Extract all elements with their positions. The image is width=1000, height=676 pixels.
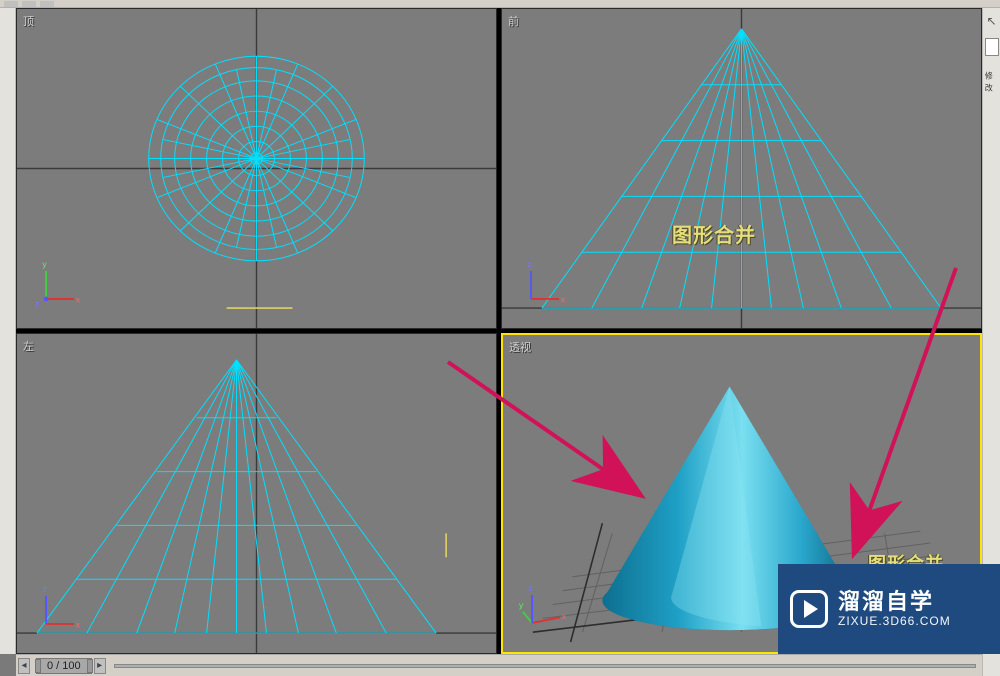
frame-indicator: 0 / 100 [47, 660, 81, 672]
front-view-canvas [502, 9, 981, 328]
play-icon [790, 590, 828, 628]
viewport-top[interactable]: 顶 [16, 8, 497, 329]
top-view-canvas [17, 9, 496, 328]
viewport-label-left: 左 [23, 338, 34, 354]
scroll-right-button[interactable]: ▸ [94, 658, 106, 674]
toolbar-button[interactable] [40, 1, 54, 7]
toolbar-button[interactable] [4, 1, 18, 7]
annotation-shape-merge: 图形合并 [672, 219, 756, 248]
viewport-front[interactable]: 前 [501, 8, 982, 329]
viewport-left[interactable]: 左 [16, 333, 497, 654]
viewport-label-perspective: 透视 [509, 339, 531, 355]
panel-field[interactable] [985, 38, 999, 56]
top-toolbar[interactable] [0, 0, 1000, 8]
viewport-label-front: 前 [508, 13, 519, 29]
cursor-icon: ↖ [986, 14, 996, 28]
watermark: 溜溜自学 ZIXUE.3D66.COM [778, 564, 1000, 654]
modifier-label: 修改 [985, 69, 999, 93]
time-slider-bar[interactable]: ◂ 0 / 100 ▸ [16, 654, 982, 676]
left-gutter [0, 8, 16, 654]
timeline-track[interactable] [114, 664, 976, 668]
frame-slider[interactable]: 0 / 100 [36, 658, 92, 674]
toolbar-button[interactable] [22, 1, 36, 7]
watermark-brand: 溜溜自学 [838, 590, 951, 614]
left-view-canvas [17, 334, 496, 653]
scroll-left-button[interactable]: ◂ [18, 658, 30, 674]
watermark-url: ZIXUE.3D66.COM [838, 614, 951, 628]
viewport-grid: 顶 [16, 8, 982, 654]
viewport-label-top: 顶 [23, 13, 34, 29]
